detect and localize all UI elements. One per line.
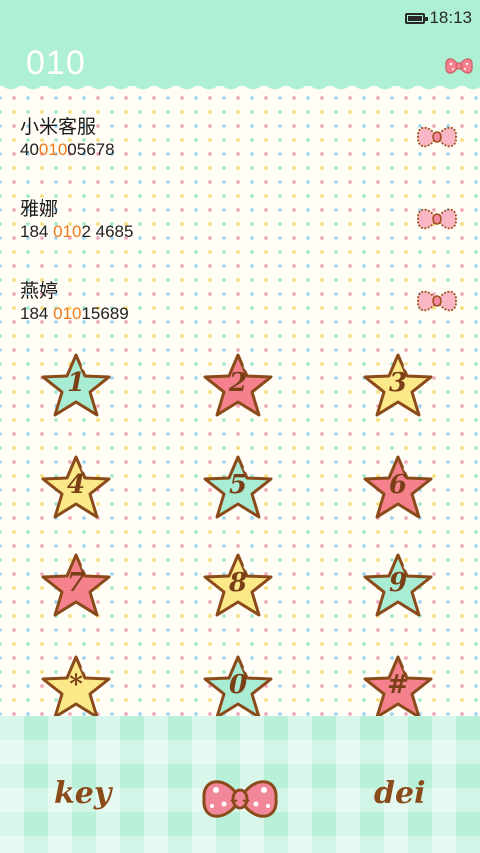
dial-key-label: * — [69, 670, 83, 700]
dial-key-5[interactable]: 5 — [202, 454, 274, 520]
dial-key-4[interactable]: 4 — [40, 454, 112, 520]
dial-key-7[interactable]: 7 — [40, 552, 112, 618]
matched-digits: 010 — [53, 304, 82, 323]
contact-phone: 4001005678 — [20, 140, 115, 159]
contact-item[interactable]: 雅娜 184 0102 4685 — [0, 182, 480, 252]
bow-icon[interactable] — [444, 54, 474, 78]
delete-button[interactable]: dei — [374, 776, 425, 811]
dial-key-label: 7 — [66, 568, 86, 598]
dial-key-0[interactable]: 0 — [202, 654, 274, 720]
dial-key-star[interactable]: * — [40, 654, 112, 720]
contact-name: 雅娜 — [20, 198, 59, 220]
status-time: 18:13 — [429, 8, 472, 27]
dial-key-label: 8 — [228, 568, 248, 598]
bow-icon[interactable] — [414, 204, 460, 234]
dial-key-2[interactable]: 2 — [202, 352, 274, 418]
dial-key-label: 0 — [228, 670, 248, 700]
contact-phone: 184 0102 4685 — [20, 222, 134, 241]
contact-name: 小米客服 — [20, 116, 97, 138]
contact-phone: 184 01015689 — [20, 304, 129, 323]
battery-icon — [405, 12, 429, 24]
dial-key-hash[interactable]: # — [362, 654, 434, 720]
keypad-toggle-button[interactable]: key — [54, 776, 111, 811]
matched-digits: 010 — [38, 140, 68, 159]
status-bar: 18:13 — [405, 6, 472, 30]
contact-item[interactable]: 燕婷 184 01015689 — [0, 264, 480, 334]
dial-key-label: # — [387, 670, 409, 700]
bow-icon[interactable] — [198, 772, 282, 826]
matched-digits: 010 — [53, 222, 82, 241]
dial-key-label: 6 — [388, 470, 408, 500]
dial-key-label: 4 — [66, 470, 86, 500]
bow-icon[interactable] — [414, 122, 460, 152]
dial-key-8[interactable]: 8 — [202, 552, 274, 618]
dial-key-1[interactable]: 1 — [40, 352, 112, 418]
dial-key-9[interactable]: 9 — [362, 552, 434, 618]
contact-item[interactable]: 小米客服 4001005678 — [0, 100, 480, 170]
bottom-action-bar: key dei — [0, 716, 480, 853]
dial-keypad: 1 2 3 4 5 6 7 8 9 * 0 # — [0, 350, 480, 720]
dial-key-6[interactable]: 6 — [362, 454, 434, 520]
dial-key-label: 2 — [228, 368, 248, 398]
dial-key-label: 5 — [228, 470, 248, 500]
dial-key-label: 9 — [388, 568, 408, 598]
dial-key-3[interactable]: 3 — [362, 352, 434, 418]
contact-name: 燕婷 — [20, 280, 59, 302]
dialed-number[interactable]: 010 — [26, 44, 86, 83]
dial-key-label: 1 — [66, 368, 86, 398]
dial-key-label: 3 — [388, 368, 408, 398]
bow-icon[interactable] — [414, 286, 460, 316]
